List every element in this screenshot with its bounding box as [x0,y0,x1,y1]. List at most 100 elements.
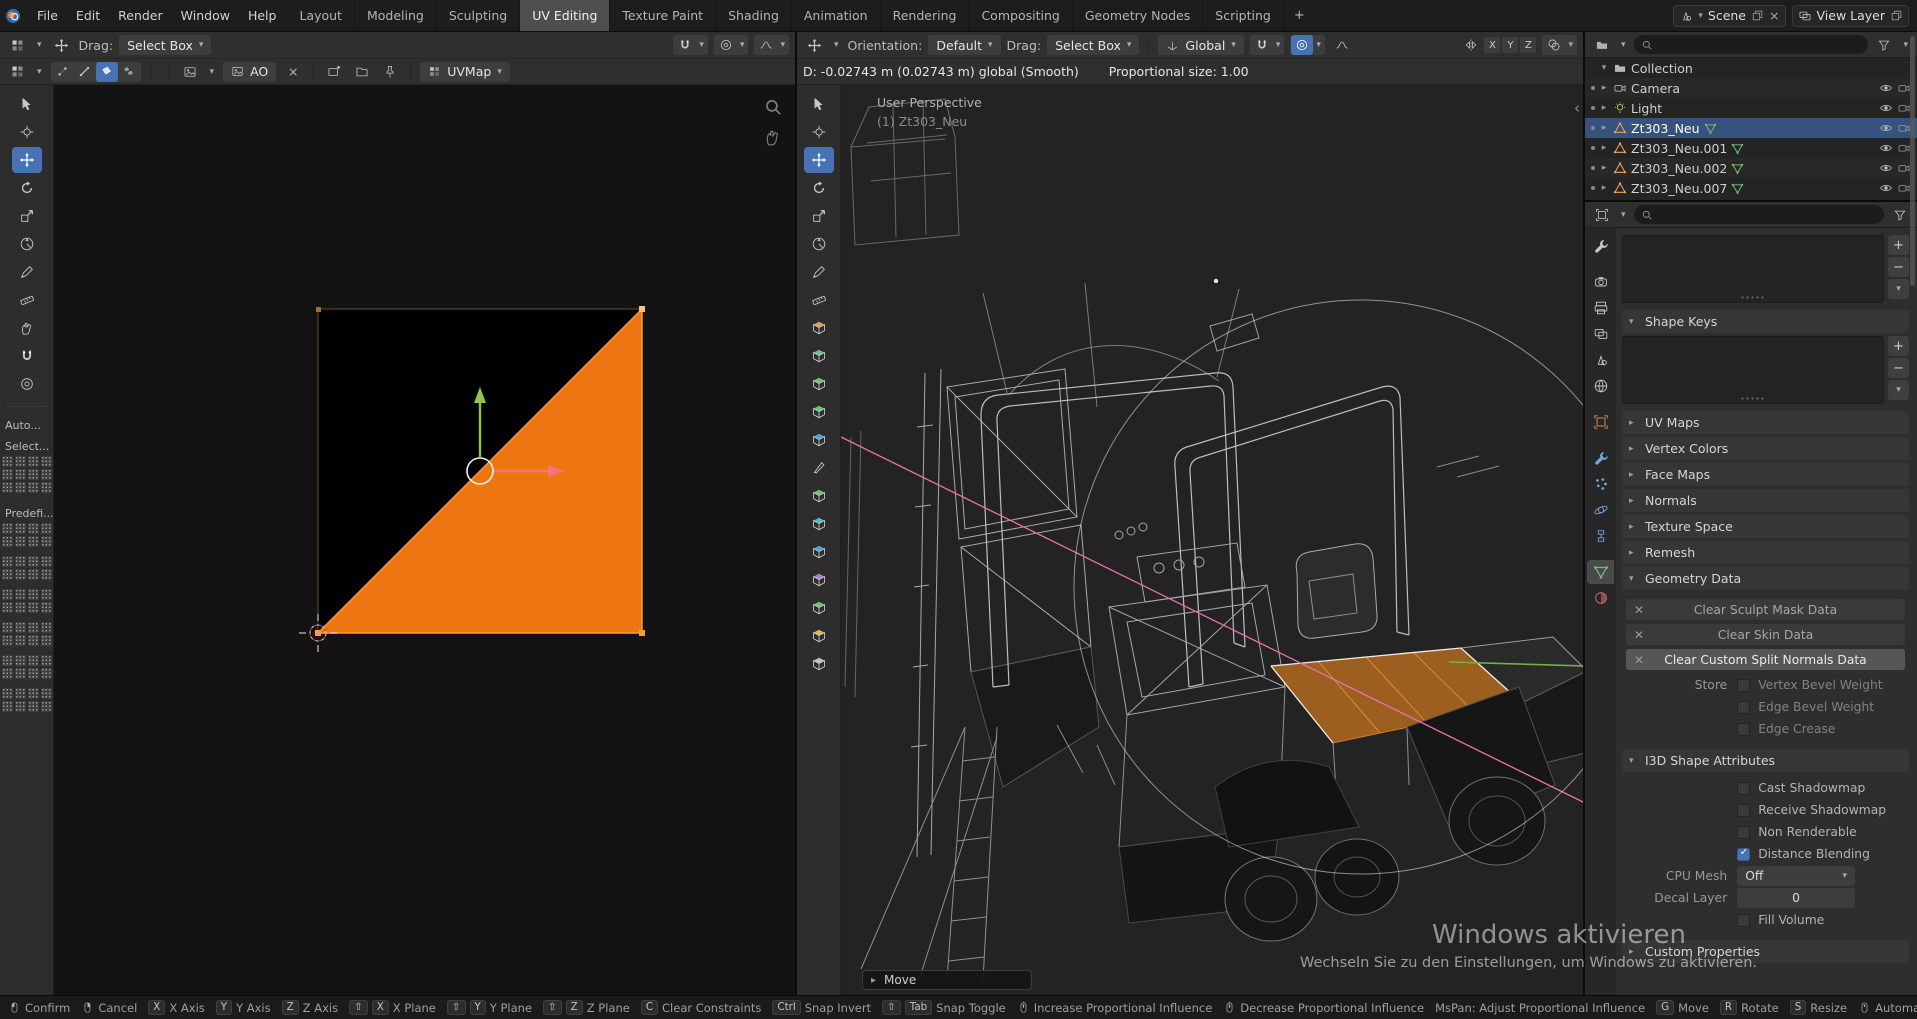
cpu-mesh-dropdown[interactable]: Off▾ [1737,866,1855,886]
distance-blending-checkbox[interactable] [1737,848,1750,861]
preset-button[interactable] [41,456,52,467]
knife-tool[interactable] [804,455,834,481]
tab-view-layer[interactable] [1587,322,1614,346]
remove-item-button[interactable]: − [1888,358,1909,378]
disclosure-arrow[interactable]: ▾ [1599,63,1609,73]
magnet-icon[interactable] [674,35,696,55]
add-workspace-button[interactable]: + [1284,0,1315,31]
add-item-button[interactable]: + [1888,235,1909,255]
visibility-eye-icon[interactable] [1879,181,1893,195]
menu-help[interactable]: Help [239,0,286,31]
workspace-tab-shading[interactable]: Shading [716,0,792,31]
panel-i3d-shape-attributes[interactable]: ▾I3D Shape Attributes [1622,749,1909,772]
remove-item-button[interactable]: − [1888,257,1909,277]
panel-face-maps[interactable]: ▸Face Maps [1622,463,1909,486]
workspace-tab-uv-editing[interactable]: UV Editing [520,0,610,31]
tab-object[interactable] [1587,410,1614,434]
new-image-icon[interactable] [323,62,345,82]
panel-geometry-data[interactable]: ▾Geometry Data [1622,567,1909,590]
outliner-row-zt303-neu-007[interactable]: ▸Zt303_Neu.007 [1585,178,1917,198]
spin-tool[interactable] [804,511,834,537]
preset-button[interactable] [2,569,13,580]
preset-button[interactable] [41,556,52,567]
shear-tool[interactable] [804,623,834,649]
workspace-tab-geometry-nodes[interactable]: Geometry Nodes [1073,0,1203,31]
clear-custom-split-normals-data-button[interactable]: ✕Clear Custom Split Normals Data [1626,649,1905,670]
uv-canvas[interactable] [54,85,795,995]
tab-world[interactable] [1587,374,1614,398]
preset-button[interactable] [15,523,26,534]
preset-button[interactable] [41,589,52,600]
panel-texture-space[interactable]: ▸Texture Space [1622,515,1909,538]
select-box-tool[interactable] [804,91,834,117]
preset-button[interactable] [15,589,26,600]
preset-button[interactable] [15,622,26,633]
image-datablock[interactable]: AO [223,62,276,82]
uv-snap-group[interactable]: ▾ [673,35,708,55]
preset-button[interactable] [2,635,13,646]
menu-file[interactable]: File [28,0,67,31]
tab-object-data[interactable] [1587,560,1614,584]
workspace-tab-scripting[interactable]: Scripting [1203,0,1284,31]
preset-button[interactable] [41,655,52,666]
uv-editor-type-icon[interactable] [6,62,28,82]
transform-tool[interactable] [804,231,834,257]
workspace-tab-modeling[interactable]: Modeling [355,0,437,31]
preset-button[interactable] [2,622,13,633]
visibility-eye-icon[interactable] [1879,161,1893,175]
proportional-group[interactable]: ▾ [1290,35,1325,55]
disclosure-arrow[interactable]: ▸ [1599,163,1609,173]
preset-button[interactable] [28,536,39,547]
tab-render[interactable] [1587,270,1614,294]
render-visibility-icon[interactable] [1897,141,1911,155]
disclosure-arrow[interactable]: ▸ [1599,103,1609,113]
render-visibility-icon[interactable] [1897,121,1911,135]
specials-menu-button[interactable]: ▾ [1888,380,1909,400]
workspace-tab-sculpting[interactable]: Sculpting [437,0,520,31]
tab-output[interactable] [1587,296,1614,320]
panel-auto-label[interactable]: Auto... [0,419,41,432]
preset-button[interactable] [28,688,39,699]
preset-button[interactable] [15,688,26,699]
preset-button[interactable] [15,635,26,646]
menu-edit[interactable]: Edit [67,0,109,31]
panel-shape-keys[interactable]: ▾Shape Keys [1622,310,1909,333]
preset-button[interactable] [15,482,26,493]
uv-face-select-icon[interactable] [96,62,118,82]
browse-image-icon[interactable] [179,62,201,82]
tab-material[interactable] [1587,586,1614,610]
outliner-row-zt303-neu-002[interactable]: ▸Zt303_Neu.002 [1585,158,1917,178]
new-view-layer-icon[interactable] [1890,9,1903,22]
poly-build-tool[interactable] [804,483,834,509]
preset-button[interactable] [41,469,52,480]
preset-button[interactable] [28,635,39,646]
workspace-tab-texture-paint[interactable]: Texture Paint [610,0,716,31]
preset-button[interactable] [2,523,13,534]
shrink-fatten-tool[interactable] [804,595,834,621]
outliner-row-camera[interactable]: ▸Camera [1585,78,1917,98]
vp-active-tool-icon[interactable] [803,35,825,55]
edge-crease-checkbox[interactable] [1737,723,1750,736]
panel-uv-maps[interactable]: ▸UV Maps [1622,411,1909,434]
extrude-region-tool[interactable] [804,343,834,369]
fill-volume-checkbox[interactable] [1737,914,1750,927]
preset-button[interactable] [15,456,26,467]
preset-button[interactable] [15,655,26,666]
disclosure-arrow[interactable]: ▸ [1599,123,1609,133]
rip-region-tool[interactable] [804,651,834,677]
outliner-row-zt303-neu[interactable]: ▸Zt303_Neu [1585,118,1917,138]
outliner-search-input[interactable] [1658,38,1862,52]
preset-button[interactable] [2,655,13,666]
render-visibility-icon[interactable] [1897,81,1911,95]
edge-bevel-weight-checkbox[interactable] [1737,701,1750,714]
preset-button[interactable] [28,456,39,467]
preset-button[interactable] [41,569,52,580]
preset-button[interactable] [2,688,13,699]
measure-tool[interactable] [804,287,834,313]
render-visibility-icon[interactable] [1897,101,1911,115]
preset-button[interactable] [41,523,52,534]
preset-button[interactable] [2,701,13,712]
non-renderable-checkbox[interactable] [1737,826,1750,839]
preset-button[interactable] [15,668,26,679]
proportional-edit-icon[interactable] [1291,35,1313,55]
